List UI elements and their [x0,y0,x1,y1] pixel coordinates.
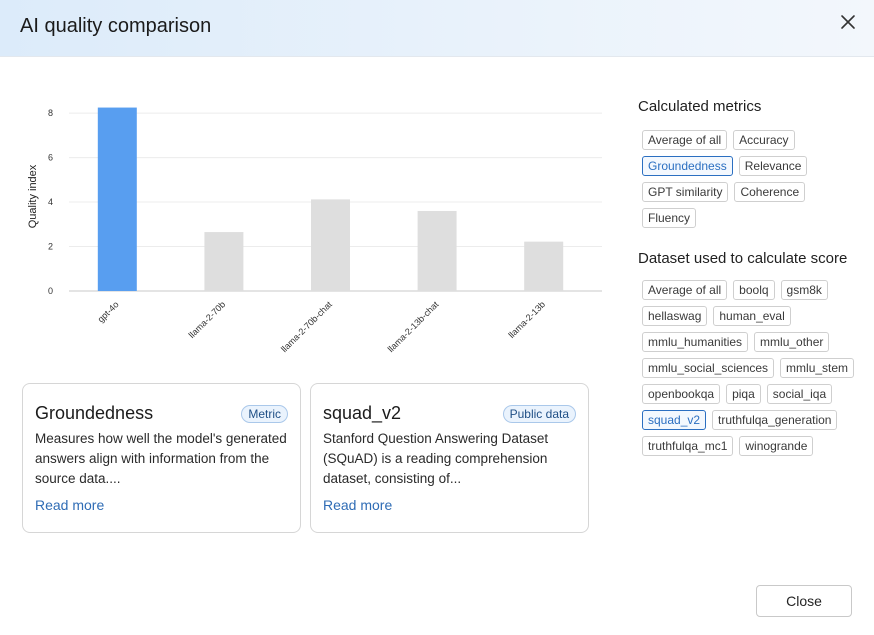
dataset-tag[interactable]: squad_v2 [642,410,707,430]
dataset-tag[interactable]: truthfulqa_mc1 [642,436,734,456]
dataset-tag[interactable]: human_eval [713,306,791,326]
metric-tag[interactable]: Coherence [734,182,806,202]
metric-tag[interactable]: Relevance [738,156,808,176]
x-tick-label: llama-2-13b-chat [386,299,441,354]
x-tick-label: llama-2-70b [187,299,228,340]
metric-tag[interactable]: Accuracy [733,130,795,150]
dataset-tag-list: Average of all boolq gsm8k hellaswag human_e… [642,280,864,456]
metric-tag[interactable]: Average of all [642,130,728,150]
y-axis-label: Quality index [27,164,39,228]
y-tick-label: 8 [48,108,53,118]
dataset-read-more-link[interactable]: Read more [323,497,392,513]
metric-card-title: Groundedness [35,403,154,423]
y-tick-label: 4 [48,197,53,207]
dataset-card-title: squad_v2 [323,403,402,423]
dataset-card-description: Stanford Question Answering Dataset (SQu… [323,431,549,486]
dialog-title: AI quality comparison [20,15,212,37]
dataset-tag[interactable]: Average of all [642,280,728,300]
bar [204,232,244,291]
bar [311,199,350,291]
ai-quality-dialog: AI quality comparison 0 2 4 6 8 gpt-4o llama-2… [0,0,874,635]
metrics-heading: Calculated metrics [638,98,762,115]
dialog-header: AI quality comparison [0,0,874,57]
metric-tag[interactable]: Groundedness [642,156,733,176]
metrics-tag-list: Average of all Accuracy Groundedness Releva… [642,130,864,228]
metric-card-description: Measures how well the model's generated … [35,431,287,486]
close-button[interactable]: Close [756,585,852,617]
metric-tag[interactable]: Fluency [642,208,697,228]
metric-tag[interactable]: GPT similarity [642,182,729,202]
dataset-tag[interactable]: hellaswag [642,306,708,326]
x-tick-label: gpt-4o [96,299,121,324]
y-tick-label: 6 [48,153,53,163]
close-icon[interactable] [836,10,860,34]
chart-svg: 0 2 4 6 8 gpt-4o llama-2-70b llama-2-70b-chat ll… [27,107,602,354]
dataset-tag[interactable]: winogrande [739,436,814,456]
x-tick-label: llama-2-70b-chat [279,299,334,354]
dataset-tag[interactable]: piqa [726,384,761,404]
y-tick-label: 0 [48,286,53,296]
dataset-tag[interactable]: mmlu_social_sciences [642,358,775,378]
dataset-tag[interactable]: gsm8k [780,280,828,300]
metric-read-more-link[interactable]: Read more [35,497,104,513]
bar [524,241,564,291]
dataset-tag[interactable]: social_iqa [766,384,833,404]
bar [97,107,137,291]
quality-bar-chart: 0 2 4 6 8 gpt-4o llama-2-70b llama-2-70b-chat ll… [20,90,610,370]
dataset-tag[interactable]: mmlu_humanities [642,332,749,352]
bar [417,210,457,291]
public-data-badge: Public data [502,405,576,423]
dataset-tag[interactable]: mmlu_stem [780,358,855,378]
metric-card: Groundedness Metric Measures how well th… [22,383,301,533]
y-tick-label: 2 [48,242,53,252]
dataset-tag[interactable]: openbookqa [642,384,721,404]
metric-badge: Metric [241,405,288,423]
filters-panel: Calculated metrics Average of all Accurac… [638,96,864,456]
dataset-heading: Dataset used to calculate score [638,250,848,267]
x-tick-label: llama-2-13b [506,299,547,340]
dataset-tag[interactable]: boolq [733,280,775,300]
dataset-tag[interactable]: truthfulqa_generation [712,410,838,430]
dataset-card: squad_v2 Public data Stanford Question A… [310,383,589,533]
dataset-tag[interactable]: mmlu_other [754,332,830,352]
